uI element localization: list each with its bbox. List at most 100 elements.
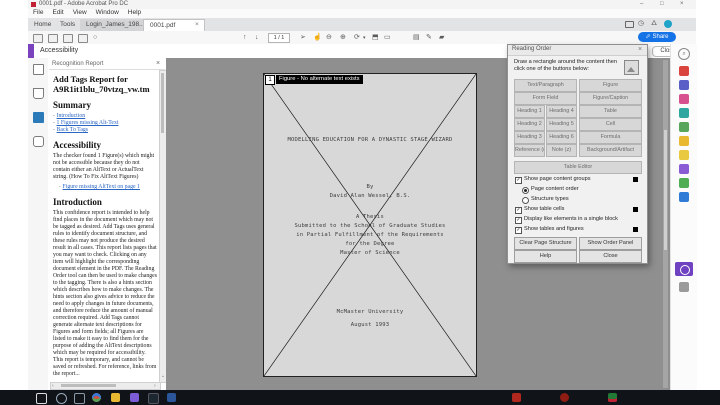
previous-page-icon[interactable]: ↑ — [243, 34, 247, 41]
btn-figure-caption[interactable]: Figure/Caption — [579, 92, 642, 105]
report-vscroll-thumb[interactable] — [161, 73, 164, 133]
figure-region-number[interactable]: 1 — [265, 75, 275, 85]
btn-text-paragraph[interactable]: Text/Paragraph — [514, 79, 577, 92]
maximize-button[interactable]: □ — [660, 1, 664, 7]
zoom-in-icon[interactable]: ⊕ — [340, 34, 346, 41]
accessibility-tool-selected[interactable] — [675, 262, 693, 276]
zoom-dropdown-chevron-icon[interactable]: ▾ — [363, 35, 366, 42]
compress-pdf-icon[interactable] — [679, 150, 689, 160]
adobe-app-icon-3[interactable] — [608, 393, 617, 402]
help-button[interactable]: Help — [514, 250, 577, 263]
radio-structure-types[interactable] — [522, 197, 529, 204]
btn-heading-5[interactable]: Heading 5 — [546, 118, 577, 131]
tab-home[interactable]: Home — [34, 21, 51, 28]
save-icon[interactable] — [33, 34, 43, 43]
comments-bubble-icon[interactable] — [625, 21, 634, 28]
highlighter-icon[interactable]: ▰ — [439, 34, 444, 41]
stamp-icon[interactable] — [78, 34, 88, 43]
report-hscroll-right-arrow-icon[interactable]: › — [154, 383, 156, 389]
btn-formula[interactable]: Formula — [579, 131, 642, 144]
btn-table[interactable]: Table — [579, 105, 642, 118]
btn-form-field[interactable]: Form Field — [514, 92, 577, 105]
show-order-panel-button[interactable]: Show Order Panel — [579, 237, 642, 250]
next-page-icon[interactable]: ↓ — [255, 34, 259, 41]
report-link-back-to-tags[interactable]: · Back To Tags — [53, 127, 157, 134]
pencil-icon[interactable]: ✎ — [426, 34, 432, 41]
minimize-button[interactable]: – — [640, 1, 643, 7]
report-link-introduction[interactable]: · Introduction — [53, 113, 157, 120]
hand-tool-icon[interactable]: ☝ — [313, 34, 322, 41]
canvas-vscroll-thumb[interactable] — [664, 130, 667, 250]
history-clock-icon[interactable]: ◷ — [638, 20, 644, 27]
chrome-icon[interactable] — [92, 393, 101, 402]
pdf-page[interactable]: 1 Figure - No alternate text exists MODE… — [263, 73, 477, 377]
swatch-page-content-groups[interactable] — [633, 177, 638, 182]
rotate-view-icon[interactable]: ⟳ — [354, 34, 360, 41]
doc-tab-close-icon[interactable]: × — [195, 21, 199, 28]
menu-file[interactable]: File — [33, 9, 43, 16]
checkbox-show-page-content-groups[interactable]: ✓ — [515, 177, 522, 184]
swatch-table-cells[interactable] — [633, 207, 638, 212]
notifications-bell-icon[interactable]: 🜂 — [651, 20, 657, 27]
page-number-field[interactable]: 1 / 1 — [268, 33, 290, 43]
search-tools-icon[interactable]: ⌕ — [678, 48, 690, 60]
file-explorer-icon[interactable] — [111, 393, 120, 402]
canvas-vertical-scrollbar[interactable] — [663, 60, 668, 388]
checkbox-show-table-cells[interactable]: ✓ — [515, 207, 522, 214]
adobe-app-icon-2[interactable] — [560, 393, 569, 402]
acrobat-star-icon[interactable] — [130, 393, 139, 402]
zoom-out-icon[interactable]: ⊖ — [326, 34, 332, 41]
btn-figure[interactable]: Figure — [579, 79, 642, 92]
close-window-button[interactable]: × — [680, 1, 684, 7]
report-pane-close-icon[interactable]: × — [156, 60, 160, 67]
dialog-close-icon[interactable]: × — [638, 46, 642, 53]
taskbar-search-icon[interactable] — [56, 393, 67, 404]
more-tools-icon[interactable] — [679, 282, 689, 292]
btn-table-editor[interactable]: Table Editor — [514, 161, 642, 174]
report-figure-missing-alttext-link[interactable]: · Figure missing AltText on page 1 — [59, 184, 157, 190]
page-thumbnails-icon[interactable] — [33, 64, 44, 75]
add-note-icon[interactable]: ▤ — [413, 34, 420, 41]
reading-mode-icon[interactable]: ▭ — [384, 34, 391, 41]
fit-width-icon[interactable]: ⬒ — [372, 34, 379, 41]
export-pdf-icon[interactable] — [679, 66, 689, 76]
radio-page-content-order[interactable] — [522, 187, 529, 194]
btn-note[interactable]: Note (z) — [546, 144, 577, 157]
clear-page-structure-button[interactable]: Clear Page Structure — [514, 237, 577, 250]
task-view-icon[interactable] — [74, 393, 85, 404]
btn-reference[interactable]: Reference (q) — [514, 144, 545, 157]
print-icon[interactable] — [48, 34, 58, 43]
edit-pdf-icon[interactable] — [679, 94, 689, 104]
report-hscroll-thumb[interactable] — [61, 384, 116, 387]
your-phone-icon[interactable] — [148, 393, 159, 404]
create-pdf-icon[interactable] — [679, 80, 689, 90]
menu-help[interactable]: Help — [128, 9, 141, 16]
btn-heading-6[interactable]: Heading 6 — [546, 131, 577, 144]
btn-heading-2[interactable]: Heading 2 — [514, 118, 545, 131]
combine-files-icon[interactable] — [679, 122, 689, 132]
reading-order-dialog[interactable]: Reading Order × Draw a rectangle around … — [507, 44, 648, 264]
start-button-icon[interactable] — [36, 393, 47, 404]
search-icon[interactable]: ○ — [93, 34, 97, 41]
fill-and-sign-icon[interactable] — [679, 164, 689, 174]
tab-tools[interactable]: Tools — [60, 21, 75, 28]
email-icon[interactable] — [63, 34, 73, 43]
checkbox-display-like-elements[interactable]: ✓ — [515, 217, 522, 224]
btn-background-artifact[interactable]: Background/Artifact — [579, 144, 642, 157]
menu-window[interactable]: Window — [96, 9, 119, 16]
user-avatar[interactable] — [664, 20, 672, 28]
share-button[interactable]: ⬀ Share — [638, 32, 676, 42]
word-icon[interactable] — [167, 393, 176, 402]
organize-pages-icon[interactable] — [679, 136, 689, 146]
report-link-figures-alt-text[interactable]: · 1 Figures missing Alt-Text — [53, 120, 157, 127]
checkbox-show-tables-figures[interactable]: ✓ — [515, 227, 522, 234]
comment-tool-icon[interactable] — [679, 108, 689, 118]
menu-view[interactable]: View — [73, 9, 87, 16]
btn-cell[interactable]: Cell — [579, 118, 642, 131]
bookmarks-icon[interactable] — [33, 88, 44, 99]
select-tool-icon[interactable]: ➢ — [300, 34, 306, 41]
adobe-app-icon-1[interactable] — [512, 393, 521, 402]
dialog-titlebar[interactable]: Reading Order × — [508, 45, 647, 56]
btn-heading-3[interactable]: Heading 3 — [514, 131, 545, 144]
attachments-icon[interactable] — [33, 136, 44, 147]
